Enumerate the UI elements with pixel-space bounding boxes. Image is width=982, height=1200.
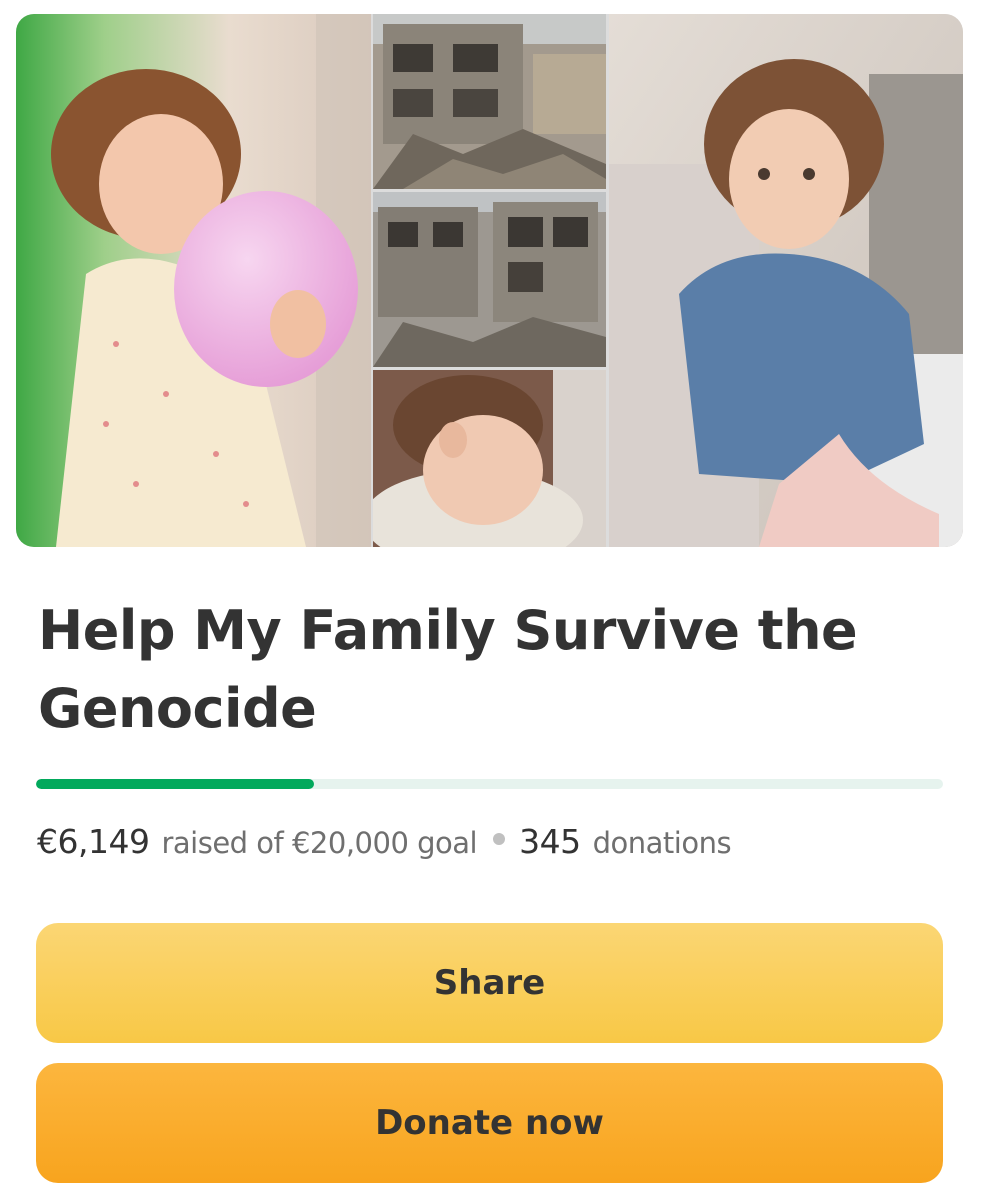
fundraising-progress-bar — [36, 779, 943, 789]
raised-amount: €6,149 — [37, 822, 150, 861]
separator-dot — [493, 833, 506, 845]
photo-sleeping-child — [373, 370, 606, 547]
donate-button-label: Donate now — [375, 1103, 604, 1143]
donations-label: donations — [592, 826, 732, 860]
photo-destroyed-building-2 — [373, 192, 606, 367]
donate-now-button[interactable]: Donate now — [36, 1063, 943, 1183]
fundraising-stats: €6,149 raised of €20,000 goal 345 donati… — [37, 822, 732, 868]
campaign-title: Help My Family Survive the Genocide — [38, 599, 858, 740]
photo-destroyed-building-1 — [373, 14, 606, 189]
goal-text: raised of €20,000 goal — [161, 826, 478, 860]
share-button-label: Share — [433, 963, 546, 1003]
progress-bar-fill — [36, 779, 315, 789]
campaign-hero-collage[interactable] — [16, 14, 963, 547]
donation-count: 345 — [519, 822, 581, 861]
photo-child-with-balloon — [16, 14, 371, 547]
share-button[interactable]: Share — [36, 923, 943, 1043]
photo-child-denim-jacket — [609, 14, 963, 547]
